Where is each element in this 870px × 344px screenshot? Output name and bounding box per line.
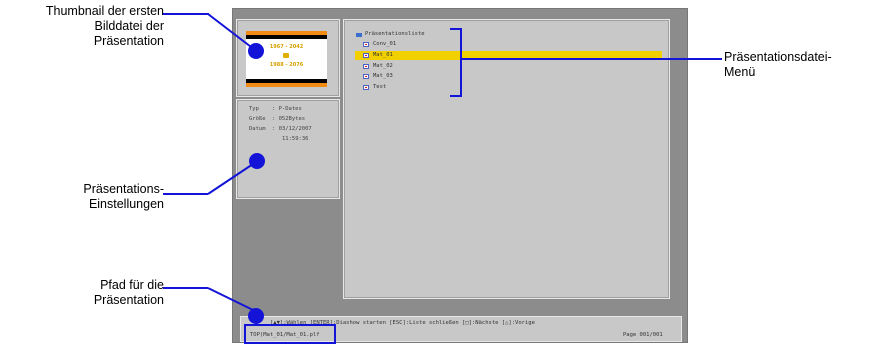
- info-label-type: Typ: [249, 106, 259, 112]
- callout-settings: Präsentations- Einstellungen: [4, 182, 164, 212]
- file-icon: [363, 42, 369, 47]
- file-list-item-label: Conv_01: [373, 41, 397, 47]
- path-highlight-box: [244, 324, 336, 344]
- file-list-panel: [343, 19, 670, 299]
- file-list-item-label: Mat_02: [373, 63, 393, 69]
- info-value-type: : P-Dates: [272, 106, 302, 112]
- page-indicator: Page 001/001: [623, 332, 663, 338]
- callout-settings-dot: [249, 153, 265, 169]
- info-value-size: : 052Bytes: [272, 116, 306, 122]
- callout-menu: Präsentationsdatei- Menü: [724, 50, 868, 80]
- file-list-title: Präsentationsliste: [365, 31, 425, 37]
- menu-bracket: [450, 28, 462, 97]
- callout-path-leader: [163, 287, 208, 289]
- callout-settings-line-1: Präsentations-: [83, 182, 164, 196]
- thumbnail-figure-icon: [283, 53, 289, 58]
- info-value-date: : 03/12/2007: [272, 126, 312, 132]
- file-list-item-mat-03[interactable]: Mat_03: [355, 72, 662, 81]
- file-list-item-mat-02[interactable]: Mat_02: [355, 62, 662, 71]
- callout-settings-line-2: Einstellungen: [88, 197, 164, 211]
- file-icon: [363, 85, 369, 90]
- file-list-item-test[interactable]: Test: [355, 83, 662, 92]
- callout-thumbnail: Thumbnail der ersten Bilddatei der Präse…: [4, 4, 164, 49]
- callout-thumbnail-line-3: Präsentation: [93, 34, 164, 48]
- info-value-time: 11:59:36: [282, 136, 309, 142]
- callout-menu-line-1: Präsentationsdatei-: [724, 50, 832, 64]
- file-list-item-label: Test: [373, 84, 387, 90]
- file-list-item-label: Mat_03: [373, 73, 393, 79]
- folder-icon: [356, 33, 362, 37]
- callout-menu-line-2: Menü: [724, 65, 756, 79]
- file-icon: [363, 53, 369, 58]
- callout-thumbnail-line-2: Bilddatei der: [94, 19, 165, 33]
- callout-settings-leader: [163, 193, 208, 195]
- callout-path-line-2: Präsentation: [93, 293, 164, 307]
- info-label-date: Datum: [249, 126, 266, 132]
- callout-menu-leader: [462, 58, 722, 60]
- callout-thumbnail-line-1: Thumbnail der ersten: [45, 4, 164, 18]
- thumbnail-line-2: 1988 - 2076: [269, 62, 304, 68]
- callout-thumbnail-leader: [163, 13, 209, 15]
- file-icon: [363, 74, 369, 79]
- file-list-item-label: Mat_01: [373, 52, 393, 58]
- file-icon: [363, 64, 369, 69]
- callout-path: Pfad für die Präsentation: [4, 278, 164, 308]
- callout-path-dot: [248, 308, 264, 324]
- info-label-size: Größe: [249, 116, 266, 122]
- file-list-item-conv-01[interactable]: Conv_01: [355, 40, 662, 49]
- callout-path-line-1: Pfad für die: [100, 278, 164, 292]
- thumbnail-bottom-band: [246, 83, 327, 87]
- callout-thumbnail-dot: [248, 43, 264, 59]
